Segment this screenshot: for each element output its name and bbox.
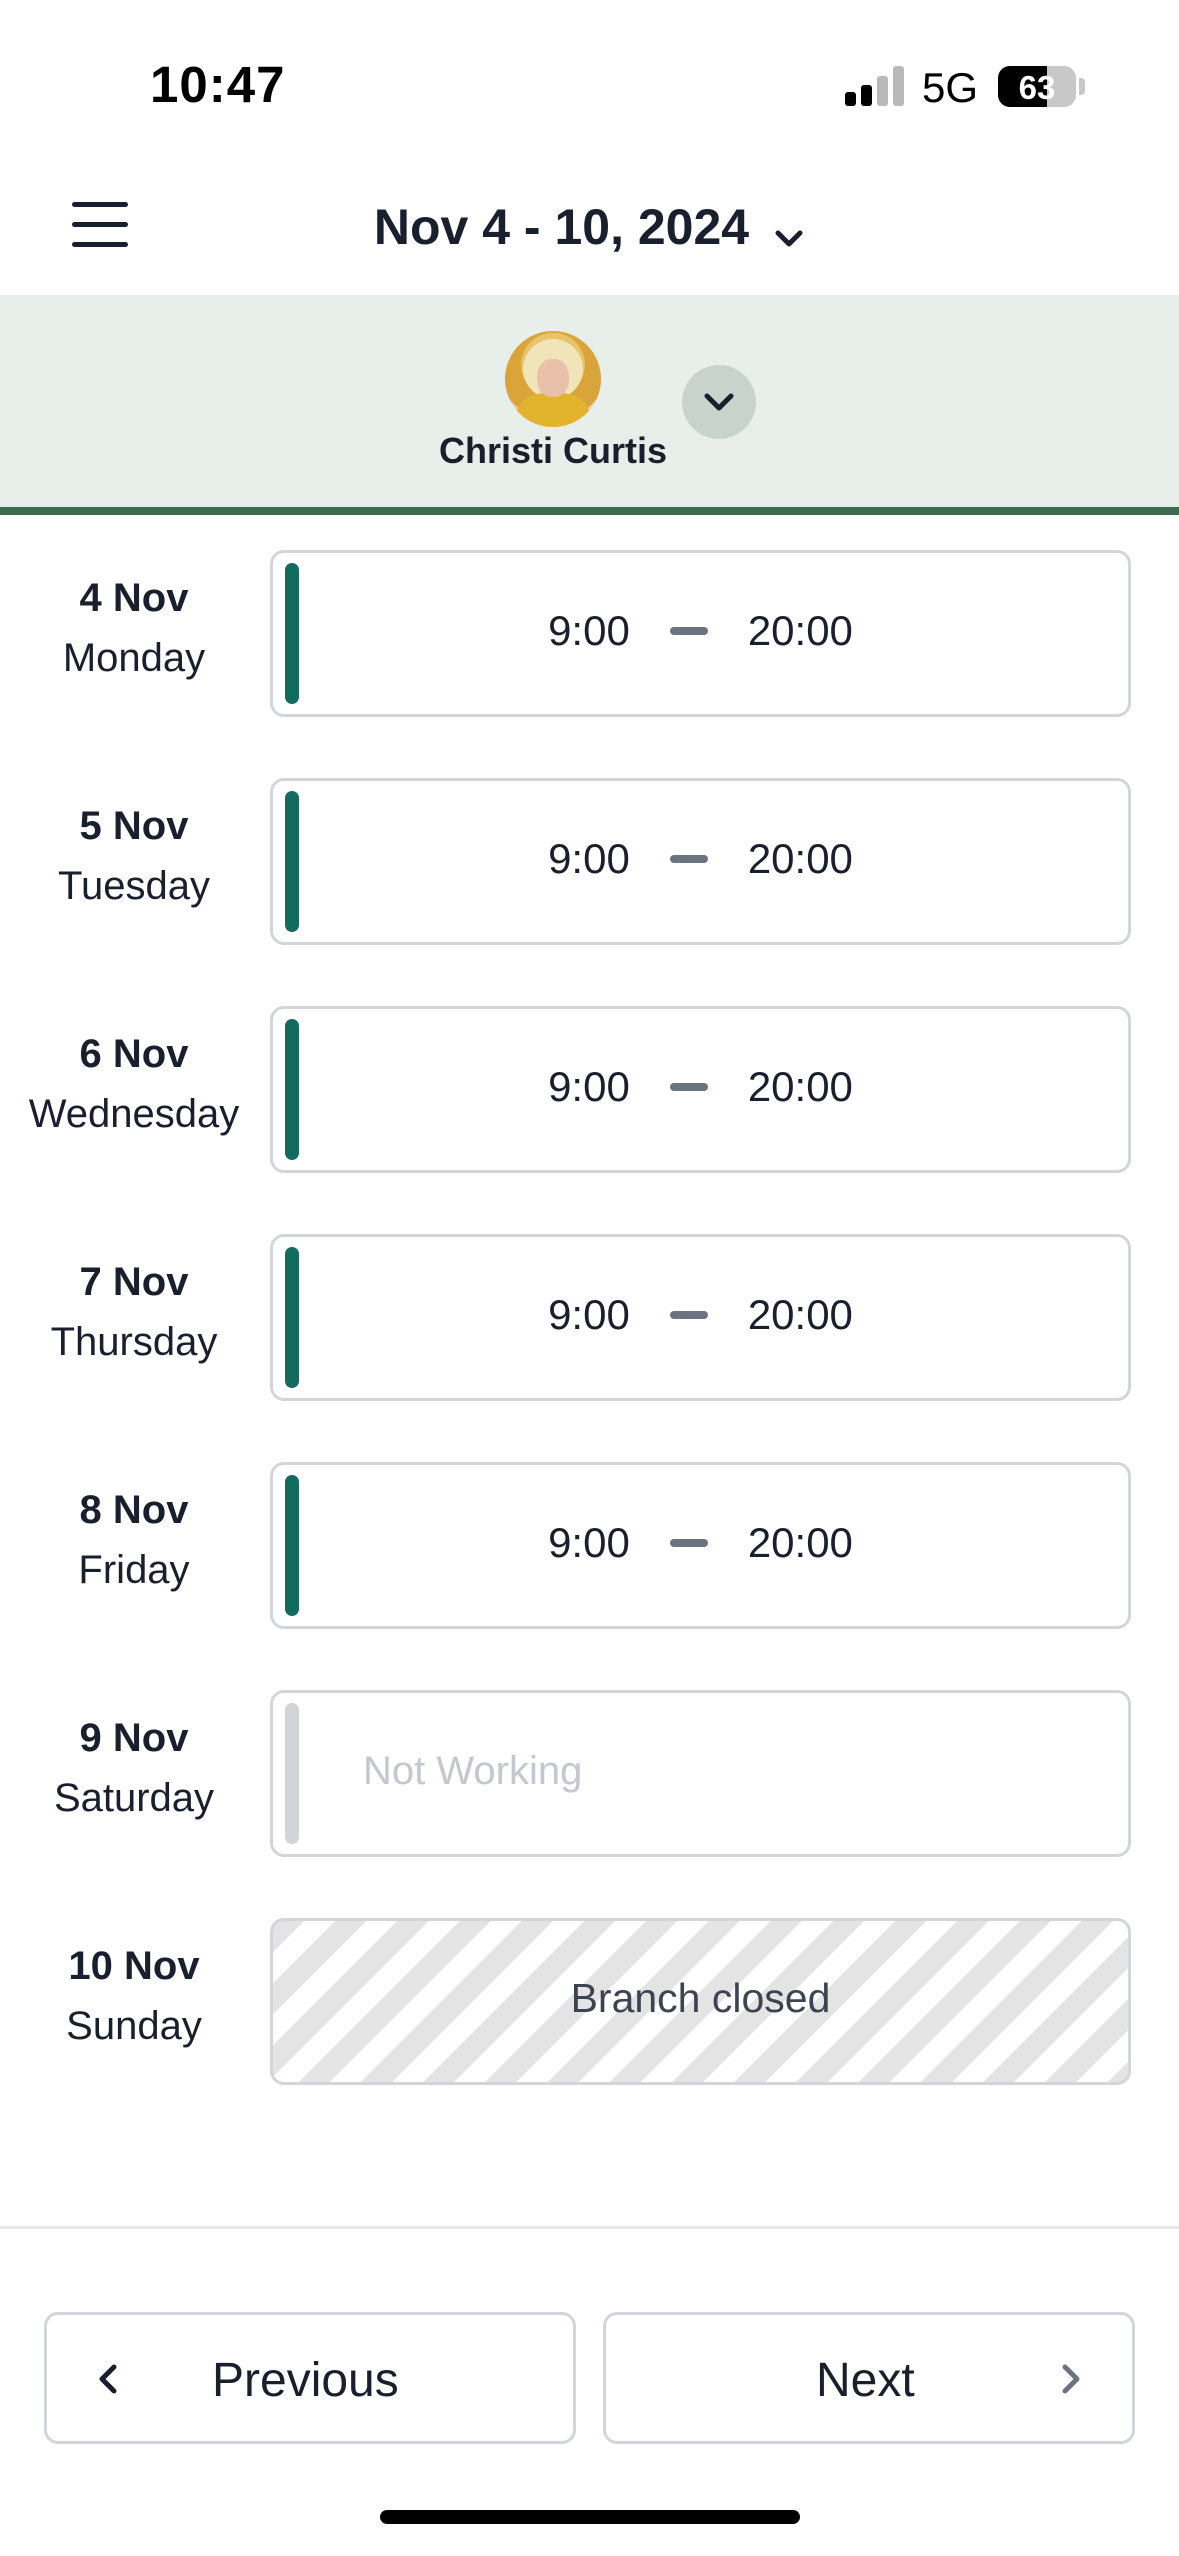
shift-times: 9:00 20:00: [273, 607, 1128, 655]
day-date: 6 Nov: [79, 1032, 189, 1076]
home-indicator[interactable]: [380, 2510, 800, 2524]
previous-label: Previous: [212, 2354, 399, 2407]
next-label: Next: [816, 2354, 915, 2407]
dash-icon: [669, 1538, 708, 1547]
shift-end: 20:00: [747, 1291, 853, 1338]
chevron-down-icon: [704, 393, 734, 411]
day-row: 8 Nov Friday 9:00 20:00: [0, 1435, 1179, 1663]
chevron-down-icon: [773, 209, 805, 247]
shift-card-not-working[interactable]: Not Working: [270, 1690, 1131, 1857]
staff-name: Christi Curtis: [438, 430, 668, 471]
shift-card[interactable]: 9:00 20:00: [270, 778, 1131, 945]
day-label: 7 Nov Thursday: [0, 1262, 268, 1362]
shift-start: 9:00: [548, 1063, 630, 1110]
day-label: 10 Nov Sunday: [0, 1946, 268, 2046]
shift-card[interactable]: 9:00 20:00: [270, 1234, 1131, 1401]
shift-end: 20:00: [747, 1519, 853, 1566]
shift-card[interactable]: 9:00 20:00: [270, 1006, 1131, 1173]
day-weekday: Saturday: [53, 1776, 215, 1820]
chevron-left-icon: [99, 2364, 117, 2394]
previous-button[interactable]: Previous: [44, 2312, 576, 2444]
cellular-signal-icon: [845, 66, 905, 106]
day-weekday: Wednesday: [28, 1092, 240, 1136]
next-button[interactable]: Next: [603, 2312, 1135, 2444]
day-date: 9 Nov: [79, 1716, 189, 1760]
shift-card[interactable]: 9:00 20:00: [270, 550, 1131, 717]
battery-icon: 63: [998, 66, 1076, 107]
shift-card[interactable]: 9:00 20:00: [270, 1462, 1131, 1629]
shift-end: 20:00: [747, 835, 853, 882]
chevron-right-icon: [1062, 2364, 1080, 2394]
network-type: 5G: [922, 64, 979, 111]
dash-icon: [669, 854, 708, 863]
day-date: 7 Nov: [79, 1260, 189, 1304]
staff-dropdown-button[interactable]: [682, 365, 756, 439]
day-date: 5 Nov: [79, 804, 189, 848]
shift-times: 9:00 20:00: [273, 1291, 1128, 1339]
footer-divider: [0, 2226, 1179, 2229]
shift-card-branch-closed: Branch closed: [270, 1918, 1131, 2085]
day-row: 7 Nov Thursday 9:00 20:00: [0, 1207, 1179, 1435]
day-date: 4 Nov: [79, 576, 189, 620]
day-row: 4 Nov Monday 9:00 20:00: [0, 523, 1179, 751]
shift-times: 9:00 20:00: [273, 835, 1128, 883]
shift-start: 9:00: [548, 1291, 630, 1338]
avatar: [505, 331, 601, 427]
shift-start: 9:00: [548, 607, 630, 654]
battery-percent: 63: [1018, 69, 1056, 106]
day-label: 5 Nov Tuesday: [0, 806, 268, 906]
day-row: 10 Nov Sunday Branch closed: [0, 1891, 1179, 2119]
day-label: 4 Nov Monday: [0, 578, 268, 678]
shift-end: 20:00: [747, 1063, 853, 1110]
day-row: 6 Nov Wednesday 9:00 20:00: [0, 979, 1179, 1207]
branch-closed-label: Branch closed: [570, 1975, 831, 2021]
status-bar: 10:47 5G 63: [0, 0, 1179, 170]
day-label: 8 Nov Friday: [0, 1490, 268, 1590]
dash-icon: [669, 1082, 708, 1091]
shift-start: 9:00: [548, 1519, 630, 1566]
battery-nub: [1079, 78, 1085, 95]
day-weekday: Tuesday: [58, 864, 210, 908]
shift-times: 9:00 20:00: [273, 1519, 1128, 1567]
shift-start: 9:00: [548, 835, 630, 882]
day-weekday: Sunday: [66, 2004, 202, 2048]
status-time: 10:47: [150, 56, 286, 113]
day-weekday: Thursday: [50, 1320, 218, 1364]
shift-times: 9:00 20:00: [273, 1063, 1128, 1111]
day-label: 9 Nov Saturday: [0, 1718, 268, 1818]
day-weekday: Friday: [78, 1548, 190, 1592]
day-date: 8 Nov: [79, 1488, 189, 1532]
day-label: 6 Nov Wednesday: [0, 1034, 268, 1134]
staff-selector-bar: Christi Curtis: [0, 295, 1179, 515]
shift-end: 20:00: [747, 607, 853, 654]
app-header: Nov 4 - 10, 2024: [0, 170, 1179, 295]
dash-icon: [669, 626, 708, 635]
dash-icon: [669, 1310, 708, 1319]
date-range-selector[interactable]: Nov 4 - 10, 2024: [0, 198, 1179, 256]
day-row: 9 Nov Saturday Not Working: [0, 1663, 1179, 1891]
day-weekday: Monday: [62, 636, 206, 680]
shift-accent-bar: [285, 1703, 299, 1844]
date-range-label: Nov 4 - 10, 2024: [373, 199, 750, 255]
day-row: 5 Nov Tuesday 9:00 20:00: [0, 751, 1179, 979]
day-date: 10 Nov: [68, 1944, 200, 1988]
not-working-label: Not Working: [363, 1749, 583, 1793]
